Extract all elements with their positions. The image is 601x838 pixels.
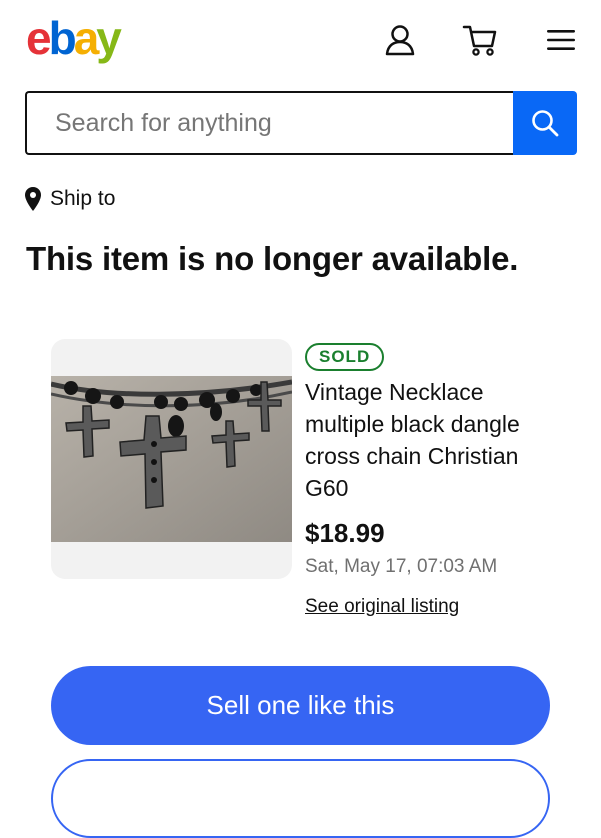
logo-letter-b: b [48, 12, 77, 64]
location-pin-icon [25, 187, 41, 211]
cart-icon[interactable] [462, 22, 498, 58]
search-icon [532, 110, 559, 137]
ship-to[interactable]: Ship to [24, 183, 115, 215]
item-title[interactable]: Vintage Necklace multiple black dangle c… [305, 376, 565, 504]
item-image[interactable] [51, 339, 292, 579]
ship-to-label: Ship to [50, 187, 116, 210]
sold-date: Sat, May 17, 07:03 AM [305, 556, 498, 577]
search-input[interactable] [25, 91, 513, 155]
page-title: This item is no longer available. [26, 240, 519, 277]
menu-icon[interactable] [543, 22, 579, 58]
header: ebay [0, 0, 601, 80]
search-bar [25, 91, 577, 155]
logo-letter-y: y [96, 12, 122, 64]
ebay-logo[interactable]: ebay [26, 10, 122, 66]
user-icon[interactable] [382, 22, 418, 58]
sold-badge: SOLD [305, 343, 385, 371]
logo-letter-a: a [73, 12, 100, 64]
secondary-action-button[interactable] [51, 759, 550, 838]
logo-letter-e: e [26, 12, 52, 64]
sell-one-like-this-button[interactable]: Sell one like this [51, 666, 550, 745]
item-price: $18.99 [305, 518, 385, 548]
search-button[interactable] [513, 91, 577, 155]
see-original-listing-link[interactable]: See original listing [305, 596, 459, 618]
